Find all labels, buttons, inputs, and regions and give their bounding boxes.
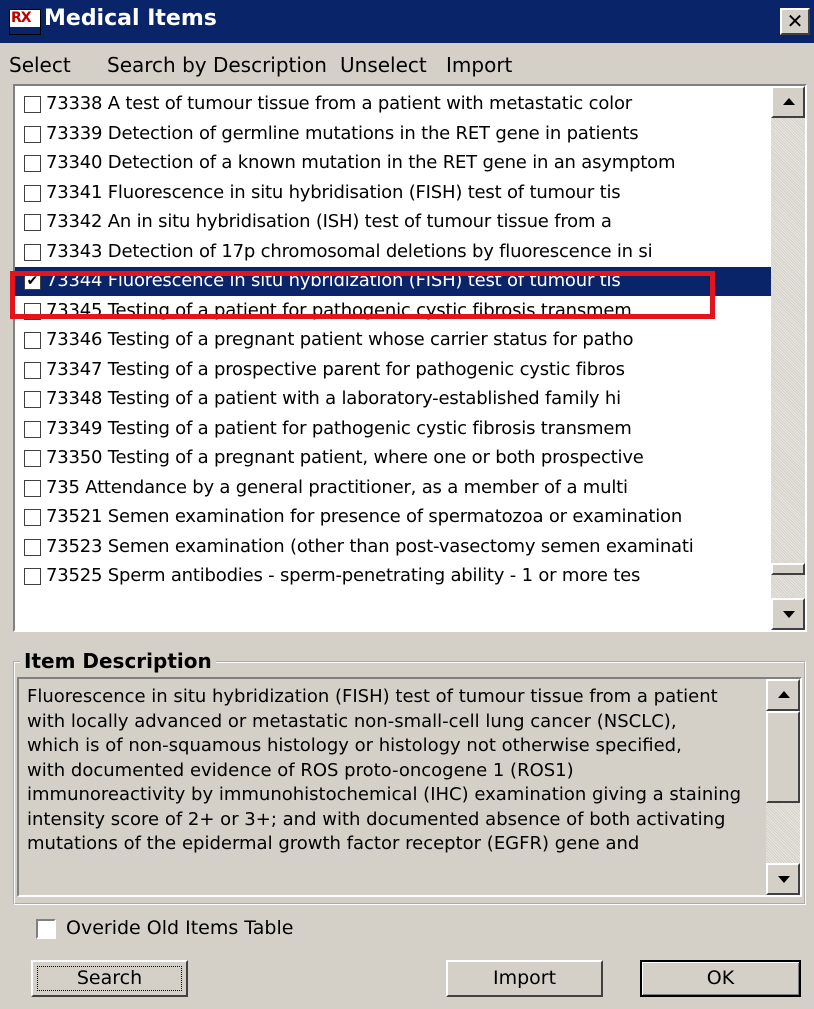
description-line: which is of non-squamous histology or hi… — [27, 735, 682, 756]
medical-items-list[interactable]: 73525 Sperm antibodies - sperm-penetrati… — [13, 84, 807, 632]
arrow-down-icon — [778, 876, 790, 883]
list-item[interactable]: 735 Attendance by a general practitioner… — [15, 474, 773, 503]
medical-items-window: RX Medical Items ✕ Select Search by Desc… — [0, 0, 814, 1009]
description-line: Fluorescence in situ hybridization (FISH… — [27, 686, 718, 707]
list-item-label: 73339 Detection of germline mutations in… — [46, 122, 639, 144]
list-item-checkbox[interactable] — [24, 125, 41, 143]
list-item[interactable]: 73345 Testing of a patient for pathogeni… — [15, 297, 773, 326]
arrow-up-icon — [783, 98, 795, 105]
desc-scroll-thumb[interactable] — [766, 711, 800, 803]
list-item-checkbox[interactable] — [24, 391, 41, 408]
list-item-checkbox[interactable] — [24, 361, 41, 379]
override-checkbox[interactable] — [36, 919, 56, 939]
list-item-label: 73525 Sperm antibodies - sperm-penetrati… — [46, 565, 641, 586]
ok-button-label: OK — [706, 967, 735, 989]
list-item[interactable]: 73338 A test of tumour tissue from a pat… — [15, 90, 773, 119]
description-line: with locally advanced or metastatic non-… — [27, 710, 677, 732]
list-item[interactable]: 73350 Testing of a pregnant patient, whe… — [15, 444, 773, 473]
list-item[interactable]: 73343 Detection of 17p chromosomal delet… — [15, 238, 773, 267]
list-item-label: 73341 Fluorescence in situ hybridisation… — [46, 181, 621, 203]
window-title: Medical Items — [44, 6, 217, 31]
list-item-checkbox[interactable] — [24, 538, 41, 556]
list-item[interactable]: 73339 Detection of germline mutations in… — [15, 120, 773, 149]
close-button[interactable]: ✕ — [780, 8, 810, 35]
list-item-label: 73338 A test of tumour tissue from a pat… — [46, 93, 632, 114]
list-item-label: 73348 Testing of a patient with a labora… — [46, 388, 621, 409]
list-item[interactable]: 73346 Testing of a pregnant patient whos… — [15, 326, 773, 355]
list-item[interactable]: 73347 Testing of a prospective parent fo… — [15, 356, 773, 385]
description-scrollbar[interactable] — [766, 679, 800, 895]
menu-unselect[interactable]: Unselect — [340, 53, 427, 77]
list-scroll-up-button[interactable] — [771, 86, 805, 118]
list-item[interactable]: 73342 An in situ hybridisation (ISH) tes… — [15, 208, 773, 237]
menu-bar: Select Search by Description Unselect Im… — [0, 46, 814, 86]
list-item-checkbox[interactable] — [24, 450, 41, 467]
search-button[interactable]: Search — [31, 960, 188, 997]
list-item-checkbox[interactable] — [24, 479, 41, 497]
list-item-label: 73521 Semen examination for presence of … — [46, 506, 683, 527]
list-item-label: 73347 Testing of a prospective parent fo… — [46, 358, 625, 380]
list-item-label: 73344 Fluorescence in situ hybridization… — [46, 270, 621, 291]
list-item[interactable]: 73523 Semen examination (other than post… — [15, 533, 773, 562]
desc-scroll-down-button[interactable] — [766, 863, 800, 895]
list-item-checkbox[interactable] — [24, 243, 41, 261]
list-item-checkbox[interactable] — [24, 332, 41, 349]
search-button-label: Search — [76, 967, 143, 989]
description-line: immunoreactivity by immunohistochemical … — [27, 784, 742, 805]
list-item[interactable]: 73525 Sperm antibodies - sperm-penetrati… — [15, 562, 773, 591]
title-bar[interactable]: RX Medical Items ✕ — [0, 0, 814, 43]
item-description-text: Fluorescence in situ hybridization (FISH… — [27, 685, 767, 857]
list-scroll-down-button[interactable] — [771, 598, 805, 630]
description-line: intensity score of 2+ or 3+; and with do… — [27, 808, 726, 830]
list-item-label: 73342 An in situ hybridisation (ISH) tes… — [46, 211, 612, 232]
list-item-label: 73345 Testing of a patient for pathogeni… — [46, 299, 632, 321]
list-item-checkbox[interactable] — [24, 155, 41, 172]
description-line: with documented evidence of ROS proto-on… — [27, 759, 574, 781]
list-item[interactable]: ✔ 73344 Fluorescence in situ hybridizatio… — [15, 267, 773, 296]
rx-app-icon: RX — [9, 9, 41, 35]
list-item[interactable]: 73521 Semen examination for presence of … — [15, 503, 773, 532]
import-button-label: Import — [492, 967, 557, 989]
list-item[interactable]: 73340 Detection of a known mutation in t… — [15, 149, 773, 178]
list-item-label: 73350 Testing of a pregnant patient, whe… — [46, 447, 644, 468]
arrow-up-icon — [778, 691, 790, 698]
override-label: Overide Old Items Table — [66, 917, 294, 939]
list-item-checkbox[interactable]: ✔ — [24, 273, 41, 290]
list-item-label: 73346 Testing of a pregnant patient whos… — [46, 329, 634, 350]
list-scrollbar[interactable] — [771, 86, 805, 630]
list-item-checkbox[interactable] — [24, 96, 41, 113]
menu-select[interactable]: Select — [9, 53, 71, 77]
list-item[interactable]: 73341 Fluorescence in situ hybridisation… — [15, 179, 773, 208]
list-item-checkbox[interactable] — [24, 568, 41, 585]
import-button[interactable]: Import — [446, 960, 603, 997]
list-item-checkbox[interactable] — [24, 184, 41, 202]
list-item-checkbox[interactable] — [24, 420, 41, 438]
list-item[interactable]: 73349 Testing of a patient for pathogeni… — [15, 415, 773, 444]
item-description-box[interactable]: Fluorescence in situ hybridization (FISH… — [17, 677, 802, 897]
arrow-down-icon — [783, 611, 795, 618]
menu-search-by-description[interactable]: Search by Description — [107, 53, 327, 77]
menu-import[interactable]: Import — [446, 53, 512, 77]
item-description-title: Item Description — [20, 649, 216, 673]
list-item-checkbox[interactable] — [24, 302, 41, 320]
list-item-checkbox[interactable] — [24, 509, 41, 526]
list-item-label: 735 Attendance by a general practitioner… — [46, 476, 628, 498]
list-scroll-thumb[interactable] — [771, 562, 805, 575]
list-item[interactable]: 73348 Testing of a patient with a labora… — [15, 385, 773, 414]
ok-button[interactable]: OK — [640, 960, 801, 997]
description-line: mutations of the epidermal growth factor… — [27, 833, 640, 854]
desc-scroll-up-button[interactable] — [766, 679, 800, 711]
list-item-label: 73523 Semen examination (other than post… — [46, 535, 694, 557]
list-item-label: 73349 Testing of a patient for pathogeni… — [46, 417, 632, 439]
list-item-label: 73343 Detection of 17p chromosomal delet… — [46, 240, 653, 262]
list-item-checkbox[interactable] — [24, 214, 41, 231]
list-item-label: 73340 Detection of a known mutation in t… — [46, 152, 676, 173]
